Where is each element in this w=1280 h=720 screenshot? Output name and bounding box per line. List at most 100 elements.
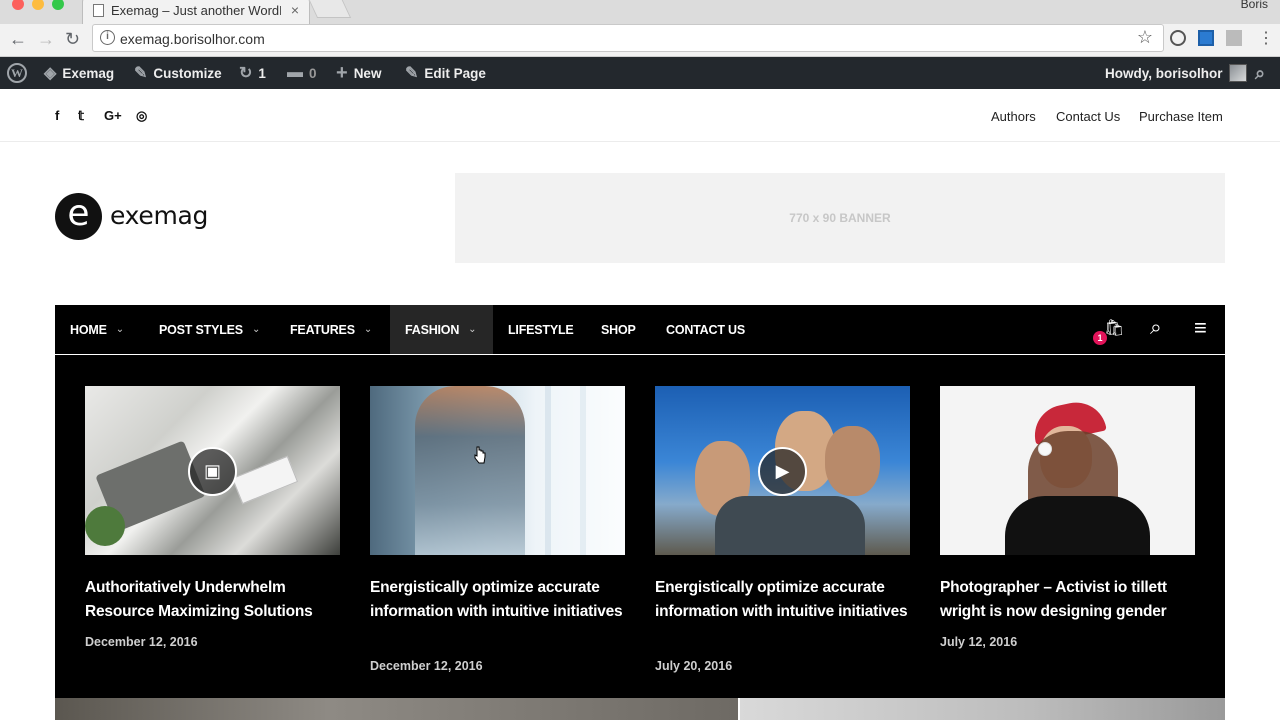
new-content-link[interactable]: + New [336, 57, 381, 89]
minimize-window-button[interactable] [32, 0, 44, 10]
authors-link[interactable]: Authors [991, 109, 1036, 124]
comment-icon: ▬ [287, 64, 303, 81]
post-date: July 12, 2016 [940, 635, 1018, 649]
post-card[interactable]: ▣ Authoritatively Underwhelm Resource Ma… [85, 386, 340, 649]
profile-name[interactable]: Boris [1241, 0, 1268, 11]
wordpress-extension-icon[interactable] [1170, 30, 1186, 46]
person-shape [415, 386, 525, 555]
dashboard-icon: ◈ [44, 65, 57, 82]
contact-us-link[interactable]: Contact Us [1056, 109, 1120, 124]
browser-tab-bar: Exemag – Just another WordPr × Boris [0, 0, 1280, 24]
post-date: December 12, 2016 [370, 659, 483, 673]
tab-title: Exemag – Just another WordPr [111, 3, 281, 18]
post-thumbnail[interactable]: ▣ [85, 386, 340, 555]
comments-link[interactable]: ▬ 0 [287, 57, 317, 89]
new-label: New [353, 65, 382, 81]
post-date: July 20, 2016 [655, 659, 733, 673]
edit-page-link[interactable]: ✎ Edit Page [405, 57, 486, 89]
comments-count: 0 [309, 65, 317, 81]
browser-toolbar: ← → ↻ i exemag.borisolhor.com ☆ ⋮ [0, 24, 1280, 57]
menu-item-post-styles[interactable]: POST STYLES ⌄ [144, 305, 275, 354]
new-tab-button[interactable] [306, 0, 352, 18]
url-text[interactable]: exemag.borisolhor.com [120, 31, 265, 47]
instagram-icon[interactable]: ◎ [136, 108, 147, 124]
menu-item-home[interactable]: HOME ⌄ [55, 305, 139, 354]
forward-icon[interactable]: → [37, 28, 55, 50]
customize-link[interactable]: ✎ Customize [134, 57, 222, 89]
face-shape [825, 426, 880, 496]
post-title[interactable]: Energistically optimize accurate informa… [655, 576, 910, 624]
cart-count-badge: 1 [1093, 331, 1107, 345]
menu-item-lifestyle[interactable]: LIFESTYLE [493, 305, 589, 354]
menu-item-contact-us[interactable]: CONTACT US [651, 305, 760, 354]
twitter-icon[interactable]: 𝕥 [78, 108, 84, 124]
tab-close-icon[interactable]: × [291, 2, 299, 18]
site-logo-mark[interactable]: e [55, 193, 102, 240]
updates-link[interactable]: ↻ 1 [239, 57, 266, 89]
menu-item-label: SHOP [601, 322, 636, 337]
post-title[interactable]: Authoritatively Underwhelm Resource Maxi… [85, 576, 340, 624]
window-frame-shape [580, 386, 586, 555]
shirt-shape [1005, 496, 1150, 555]
close-window-button[interactable] [12, 0, 24, 10]
chevron-down-icon: ⌄ [115, 324, 124, 335]
post-card[interactable]: Photographer – Activist io tillett wrigh… [940, 386, 1195, 649]
updates-count: 1 [258, 65, 266, 81]
menu-item-label: LIFESTYLE [508, 322, 574, 337]
post-thumbnail[interactable]: ▶ [655, 386, 910, 555]
chrome-menu-icon[interactable]: ⋮ [1258, 28, 1274, 48]
menu-item-fashion[interactable]: FASHION ⌄ [390, 305, 493, 354]
window-frame-shape [545, 386, 551, 555]
chevron-down-icon: ⌄ [251, 324, 261, 335]
site-logo-text[interactable]: exemag [110, 201, 208, 230]
menu-item-label: HOME [70, 322, 107, 337]
bookmark-star-icon[interactable]: ☆ [1137, 27, 1153, 48]
address-bar[interactable]: i exemag.borisolhor.com ☆ [92, 24, 1164, 52]
ad-banner[interactable]: 770 x 90 BANNER [455, 173, 1225, 263]
search-icon[interactable]: ⌕ [1150, 316, 1162, 340]
post-card[interactable]: ▶ Energistically optimize accurate infor… [655, 386, 910, 673]
featured-image-strip [55, 698, 738, 720]
browser-tab[interactable]: Exemag – Just another WordPr × [82, 0, 310, 24]
customize-label: Customize [153, 65, 222, 81]
fashion-mega-menu: ▣ Authoritatively Underwhelm Resource Ma… [55, 355, 1225, 698]
updates-icon: ↻ [239, 65, 253, 82]
cart-icon[interactable]: 🛍 [1104, 318, 1124, 338]
site-name-link[interactable]: ◈ Exemag [44, 57, 114, 89]
menu-item-shop[interactable]: SHOP [586, 305, 651, 354]
site-top-bar: f 𝕥 G+ ◎ Authors Contact Us Purchase Ite… [0, 89, 1280, 142]
purchase-item-link[interactable]: Purchase Item [1139, 109, 1223, 124]
post-title[interactable]: Photographer – Activist io tillett wrigh… [940, 576, 1195, 624]
menu-item-features[interactable]: FEATURES ⌄ [275, 305, 387, 354]
extension-icon[interactable] [1198, 30, 1214, 46]
post-thumbnail[interactable] [370, 386, 625, 555]
facebook-icon[interactable]: f [55, 108, 59, 123]
logo-letter: e [67, 193, 90, 234]
video-format-icon: ▶ [758, 447, 807, 496]
maximize-window-button[interactable] [52, 0, 64, 10]
page-icon [93, 4, 104, 17]
wordpress-logo-icon[interactable]: W [7, 63, 27, 83]
post-card[interactable]: Energistically optimize accurate informa… [370, 386, 625, 673]
admin-search-icon[interactable]: ⌕ [1255, 57, 1265, 89]
shirt-shape [715, 496, 865, 555]
chevron-down-icon: ⌄ [468, 324, 477, 335]
post-title[interactable]: Energistically optimize accurate informa… [370, 576, 625, 624]
mouse-cursor-icon [474, 446, 486, 464]
featured-image-strip [740, 698, 1225, 720]
chevron-down-icon: ⌄ [363, 324, 373, 335]
account-menu[interactable]: Howdy, borisolhor [1105, 57, 1247, 89]
brush-icon: ✎ [134, 65, 148, 82]
back-icon[interactable]: ← [9, 28, 27, 50]
menu-item-label: FEATURES [290, 322, 355, 337]
post-thumbnail[interactable] [940, 386, 1195, 555]
image-format-icon: ▣ [188, 447, 237, 496]
google-plus-icon[interactable]: G+ [104, 108, 122, 123]
cast-icon[interactable] [1226, 30, 1242, 46]
plant-shape [85, 506, 125, 546]
howdy-label: Howdy, borisolhor [1105, 65, 1223, 81]
keyboard-shape [231, 455, 299, 505]
hamburger-menu-icon[interactable]: ≡ [1194, 315, 1207, 341]
site-info-icon[interactable]: i [100, 30, 115, 45]
reload-icon[interactable]: ↻ [65, 28, 80, 50]
